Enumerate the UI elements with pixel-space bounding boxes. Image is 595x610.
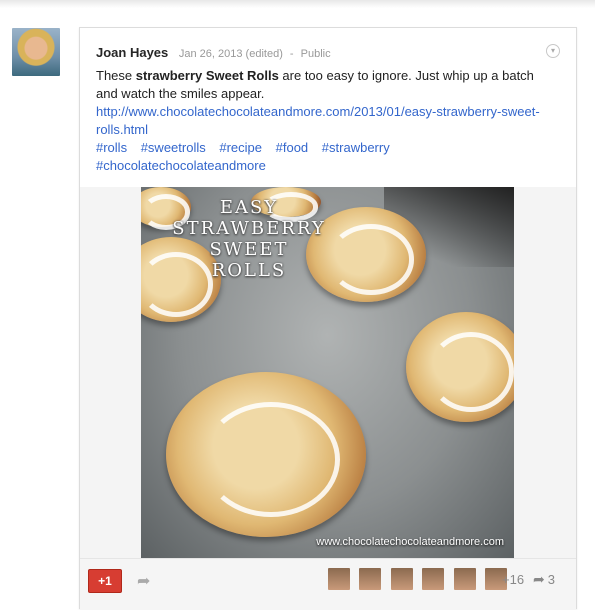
plusser-avatar[interactable] <box>422 568 445 590</box>
post-date[interactable]: Jan 26, 2013 (edited) <box>179 48 283 60</box>
post-text-bold: strawberry Sweet Rolls <box>135 68 279 83</box>
photo-container: Easy Strawberry Sweet Rolls www.chocolat… <box>80 187 576 558</box>
post-text-before: These <box>96 68 136 83</box>
hashtag[interactable]: #rolls <box>96 140 127 155</box>
author-name[interactable]: Joan Hayes <box>96 45 168 60</box>
photo-title-line: Sweet <box>209 239 289 260</box>
top-divider <box>0 0 595 8</box>
photo-title-line: Rolls <box>211 260 287 281</box>
post-body: These strawberry Sweet Rolls are too eas… <box>96 67 556 175</box>
post-footer: +1 ➦ +16 ➦ 3 <box>80 558 576 610</box>
share-count-value: 3 <box>547 572 555 587</box>
plusser-avatar[interactable] <box>453 568 476 590</box>
hashtag-list: #rolls #sweetrolls #recipe #food #strawb… <box>96 139 556 175</box>
hashtag[interactable]: #food <box>276 140 309 155</box>
post-card: Joan Hayes Jan 26, 2013 (edited) - Publi… <box>79 27 577 610</box>
author-avatar[interactable] <box>12 28 60 76</box>
plusser-avatar[interactable] <box>359 568 382 590</box>
share-count[interactable]: ➦ 3 <box>533 571 555 588</box>
plus-one-button[interactable]: +1 <box>88 569 122 593</box>
plusser-avatar[interactable] <box>328 568 350 590</box>
post-meta: Jan 26, 2013 (edited) - Public <box>179 48 335 60</box>
share-arrow-icon[interactable]: ➦ <box>137 571 150 591</box>
photo-credit: www.chocolatechocolateandmore.com <box>316 536 504 548</box>
photo-title-line: Easy <box>219 197 279 218</box>
hashtag[interactable]: #chocolatechocolateandmore <box>96 158 266 173</box>
photo-title: Easy Strawberry Sweet Rolls <box>169 197 329 281</box>
plus-count[interactable]: +16 <box>502 572 524 587</box>
post-photo[interactable]: Easy Strawberry Sweet Rolls www.chocolat… <box>141 187 514 558</box>
photo-title-line: Strawberry <box>172 218 326 239</box>
meta-separator: - <box>289 48 294 60</box>
hashtag[interactable]: #strawberry <box>322 140 390 155</box>
sweet-roll <box>406 312 514 422</box>
post-header: Joan Hayes Jan 26, 2013 (edited) - Publi… <box>96 45 556 60</box>
post-link[interactable]: http://www.chocolatechocolateandmore.com… <box>96 104 540 137</box>
share-arrow-icon: ➦ <box>533 571 545 587</box>
hashtag[interactable]: #recipe <box>219 140 262 155</box>
plusser-avatar[interactable] <box>390 568 413 590</box>
hashtag[interactable]: #sweetrolls <box>141 140 206 155</box>
sweet-roll <box>166 372 366 537</box>
plusser-avatars <box>328 568 512 595</box>
chevron-down-icon[interactable]: ▾ <box>546 44 560 58</box>
visibility-label[interactable]: Public <box>301 48 331 60</box>
